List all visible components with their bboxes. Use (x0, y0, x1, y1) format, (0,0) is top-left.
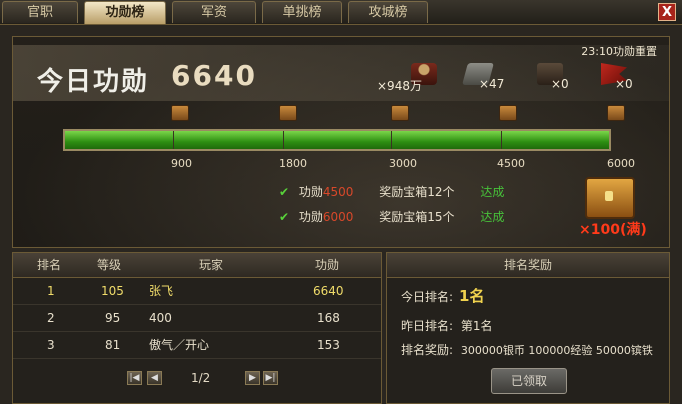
progress-tick: 1800 (279, 157, 307, 170)
prev-page-button[interactable]: ◀ (147, 371, 162, 385)
check-icon: ✔ (279, 210, 290, 224)
progress-tick: 900 (171, 157, 192, 170)
task-merit-value: 6000 (322, 210, 354, 224)
reward-flags: ×0 (601, 63, 633, 95)
reward-tanks: ×47 (462, 63, 504, 95)
rank-reward-line: 排名奖励: 300000银币 100000经验 50000镔铁 (401, 341, 653, 358)
rank-reward-label: 排名奖励: (401, 343, 454, 357)
rank-reward-panel: 排名奖励 今日排名: 1名 昨日排名: 第1名 排名奖励: 300000银币 10… (386, 252, 670, 404)
row-level: 95 (105, 311, 121, 325)
task-status: 达成 (480, 210, 505, 224)
progress-tick: 3000 (389, 157, 417, 170)
tab-bar: 官职 功勋榜 军资 单挑榜 攻城榜 X (0, 0, 682, 25)
progress-divider (173, 131, 174, 149)
row-player: 400 (149, 311, 172, 325)
reward-count: ×47 (479, 77, 505, 91)
task-status: 达成 (480, 185, 505, 199)
row-rank: 1 (47, 284, 55, 298)
row-player: 张飞 (149, 284, 174, 298)
row-rank: 2 (47, 311, 55, 325)
milestone-chest-icon[interactable] (279, 105, 297, 121)
milestone-chest-icon[interactable] (607, 105, 625, 121)
merit-task-row: ✔ 功勋4500 奖励宝箱12个 达成 (279, 183, 504, 200)
column-header-merit: 功勋 (315, 258, 340, 272)
last-page-button[interactable]: ▶| (263, 371, 278, 385)
progress-divider (501, 131, 502, 149)
first-page-button[interactable]: |◀ (127, 371, 142, 385)
reward-count: ×0 (615, 77, 633, 91)
task-reward: 奖励宝箱15个 (379, 210, 455, 224)
row-merit: 153 (317, 338, 340, 352)
reward-count: ×948万 (377, 79, 422, 93)
merit-summary-panel: 今日功勋 6640 23:10功勋重置 ×948万 ×47 ×0 ×0 900 … (12, 36, 670, 248)
merit-task-row: ✔ 功勋6000 奖励宝箱15个 达成 (279, 208, 504, 225)
row-player: 傲气／开心 (149, 338, 210, 352)
tab-duel-ranking[interactable]: 单挑榜 (262, 1, 342, 23)
table-row[interactable]: 1 105 张飞 6640 (13, 279, 381, 305)
task-reward: 奖励宝箱12个 (379, 185, 455, 199)
merit-progress-bar (63, 129, 611, 151)
table-row[interactable]: 2 95 400 168 (13, 306, 381, 332)
milestone-chest-icon[interactable] (171, 105, 189, 121)
check-icon: ✔ (279, 185, 290, 199)
progress-tick: 6000 (607, 157, 635, 170)
chest-total-count: ×100(满) (579, 222, 647, 238)
reward-soldiers: ×948万 (377, 63, 437, 95)
close-button[interactable]: X (658, 3, 676, 21)
progress-divider (391, 131, 392, 149)
column-header-level: 等级 (97, 258, 122, 272)
reward-count: ×0 (551, 77, 569, 91)
merit-progress-fill (65, 131, 609, 149)
column-header-rank: 排名 (37, 258, 62, 272)
tab-siege-ranking[interactable]: 攻城榜 (348, 1, 428, 23)
today-rank: 今日排名: 1名 (401, 285, 484, 306)
today-merit-label: 今日功勋 (37, 67, 150, 97)
ranking-window: { "tabs": ["官职", "功勋榜", "军资", "单挑榜", "攻城… (0, 0, 682, 404)
claim-reward-button[interactable]: 已领取 (491, 368, 567, 394)
yesterday-rank: 昨日排名: 第1名 (401, 317, 493, 334)
row-level: 105 (101, 284, 124, 298)
rank-reward-value: 300000银币 100000经验 50000镔铁 (460, 344, 653, 357)
reset-time: 23:10功勋重置 (581, 45, 657, 58)
table-row[interactable]: 3 81 傲气／开心 153 (13, 333, 381, 359)
tab-merit-ranking[interactable]: 功勋榜 (84, 1, 166, 24)
task-merit-label: 功勋 (298, 185, 323, 199)
row-rank: 3 (47, 338, 55, 352)
milestone-chest-icon[interactable] (391, 105, 409, 121)
yesterday-rank-value: 第1名 (460, 319, 493, 333)
reward-cannons: ×0 (537, 63, 569, 95)
milestone-chest-icon[interactable] (499, 105, 517, 121)
today-merit-value: 6640 (171, 59, 257, 92)
task-merit-label: 功勋 (298, 210, 323, 224)
yesterday-rank-label: 昨日排名: (401, 319, 454, 333)
next-page-button[interactable]: ▶ (245, 371, 260, 385)
task-merit-value: 4500 (322, 185, 354, 199)
treasure-chest-icon[interactable] (585, 177, 635, 219)
tab-official[interactable]: 官职 (2, 1, 78, 23)
page-indicator: 1/2 (191, 371, 211, 385)
ranking-table-header: 排名 等级 玩家 功勋 (13, 253, 381, 278)
row-level: 81 (105, 338, 121, 352)
progress-tick: 4500 (497, 157, 525, 170)
column-header-player: 玩家 (199, 258, 224, 272)
ranking-table-panel: 排名 等级 玩家 功勋 1 105 张飞 6640 2 95 400 168 3… (12, 252, 382, 404)
row-merit: 168 (317, 311, 340, 325)
progress-divider (283, 131, 284, 149)
today-rank-value: 1名 (459, 287, 485, 305)
row-merit: 6640 (313, 284, 344, 298)
rank-reward-title: 排名奖励 (387, 253, 669, 278)
today-rank-label: 今日排名: (401, 290, 454, 304)
tab-supplies[interactable]: 军资 (172, 1, 256, 23)
